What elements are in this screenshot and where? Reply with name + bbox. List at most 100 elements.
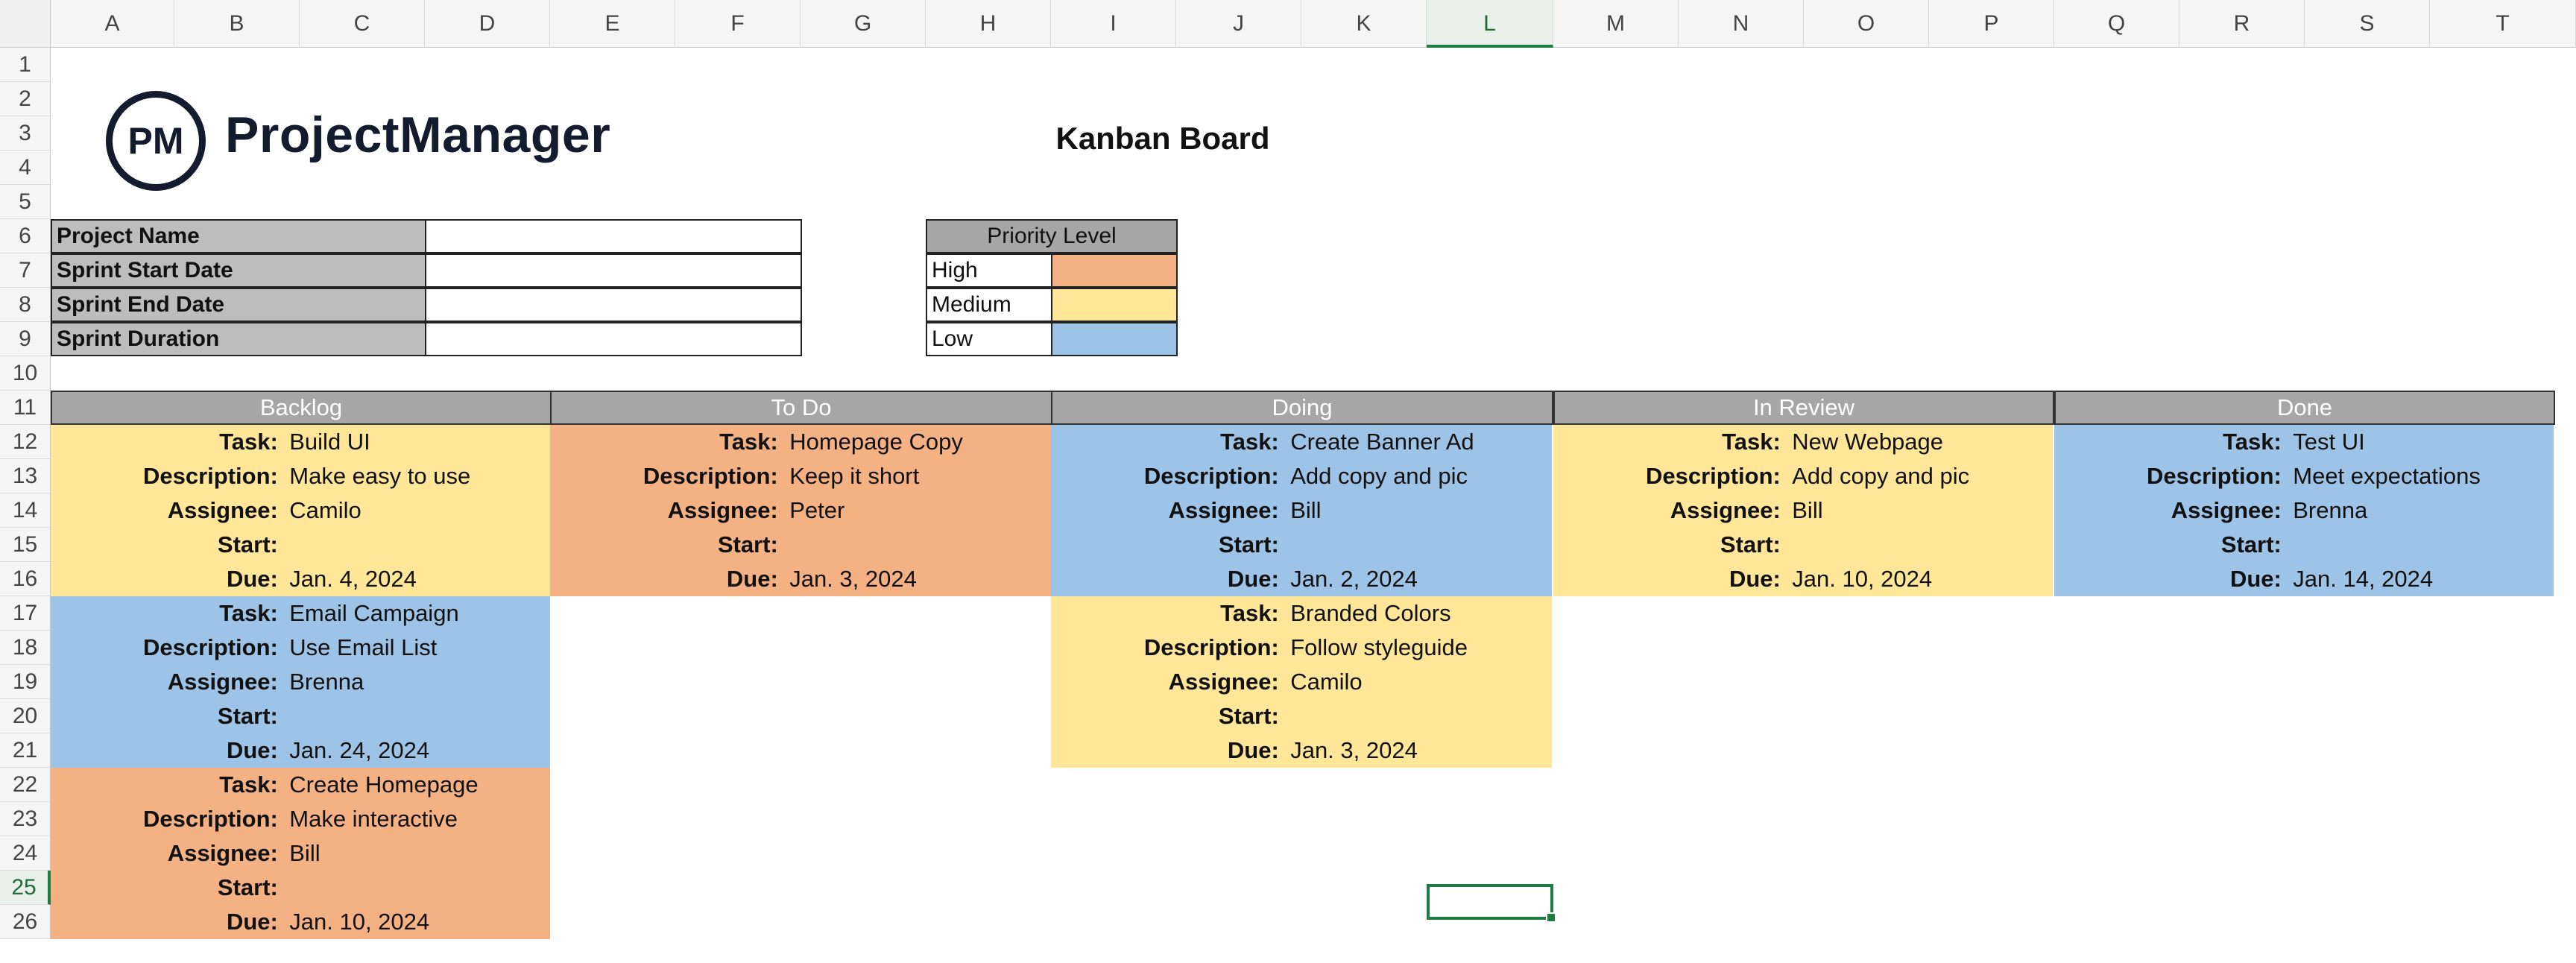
column-header-d[interactable]: D — [425, 0, 550, 48]
row-header-3[interactable]: 3 — [0, 116, 51, 151]
card-value-due[interactable]: Jan. 3, 2024 — [789, 562, 917, 596]
fill-handle[interactable] — [1546, 912, 1556, 923]
task-card[interactable]: Task: Create Banner Ad Description: Add cop… — [1051, 425, 1552, 596]
info-value-field-1[interactable] — [425, 253, 802, 288]
column-header-a[interactable]: A — [51, 0, 174, 48]
card-value-description[interactable]: Follow styleguide — [1290, 631, 1468, 665]
task-card[interactable]: Task: New Webpage Description: Add copy and… — [1553, 425, 2053, 596]
column-header-f[interactable]: F — [675, 0, 801, 48]
card-value-assignee[interactable]: Peter — [789, 493, 845, 528]
card-value-task[interactable]: Test UI — [2293, 425, 2364, 459]
card-value-due[interactable]: Jan. 10, 2024 — [289, 905, 429, 939]
card-value-due[interactable]: Jan. 3, 2024 — [1290, 733, 1418, 768]
row-header-8[interactable]: 8 — [0, 288, 51, 322]
card-value-assignee[interactable]: Bill — [1792, 493, 1822, 528]
row-header-1[interactable]: 1 — [0, 48, 51, 82]
row-header-17[interactable]: 17 — [0, 596, 51, 631]
card-value-due[interactable]: Jan. 24, 2024 — [289, 733, 429, 768]
column-header-i[interactable]: I — [1051, 0, 1176, 48]
column-header-r[interactable]: R — [2179, 0, 2305, 48]
column-header-k[interactable]: K — [1301, 0, 1427, 48]
row-header-2[interactable]: 2 — [0, 82, 51, 116]
column-header-b[interactable]: B — [174, 0, 300, 48]
card-field-task: Task: Build UI — [51, 425, 550, 459]
card-value-task[interactable]: Branded Colors — [1290, 596, 1450, 631]
selected-cell-l25[interactable] — [1427, 884, 1556, 923]
row-header-16[interactable]: 16 — [0, 562, 51, 596]
column-header-c[interactable]: C — [300, 0, 425, 48]
card-value-task[interactable]: Create Homepage — [289, 768, 478, 802]
card-field-description: Description: Add copy and pic — [1553, 459, 2053, 493]
card-value-due[interactable]: Jan. 14, 2024 — [2293, 562, 2433, 596]
card-value-description[interactable]: Make easy to use — [289, 459, 470, 493]
card-value-description[interactable]: Use Email List — [289, 631, 437, 665]
card-value-task[interactable]: Email Campaign — [289, 596, 458, 631]
task-card[interactable]: Task: Create Homepage Description: Make int… — [51, 768, 550, 939]
card-field-task: Task: Email Campaign — [51, 596, 550, 631]
column-header-s[interactable]: S — [2305, 0, 2430, 48]
task-card[interactable]: Task: Build UI Description: Make easy to us… — [51, 425, 550, 596]
column-header-j[interactable]: J — [1176, 0, 1301, 48]
card-value-assignee[interactable]: Brenna — [2293, 493, 2367, 528]
task-card[interactable]: Task: Homepage Copy Description: Keep it sh… — [550, 425, 1051, 596]
row-header-4[interactable]: 4 — [0, 151, 51, 185]
row-header-11[interactable]: 11 — [0, 391, 51, 425]
row-header-18[interactable]: 18 — [0, 631, 51, 665]
column-header-o[interactable]: O — [1804, 0, 1929, 48]
card-value-description[interactable]: Add copy and pic — [1290, 459, 1468, 493]
row-header-21[interactable]: 21 — [0, 733, 51, 768]
card-value-task[interactable]: Create Banner Ad — [1290, 425, 1474, 459]
row-header-13[interactable]: 13 — [0, 459, 51, 493]
info-value-field-2[interactable] — [425, 288, 802, 322]
row-header-23[interactable]: 23 — [0, 802, 51, 836]
card-value-description[interactable]: Keep it short — [789, 459, 919, 493]
card-value-task[interactable]: Build UI — [289, 425, 370, 459]
row-header-10[interactable]: 10 — [0, 356, 51, 391]
card-value-task[interactable]: New Webpage — [1792, 425, 1943, 459]
row-header-25[interactable]: 25 — [0, 871, 51, 905]
row-header-5[interactable]: 5 — [0, 185, 51, 219]
card-value-due[interactable]: Jan. 2, 2024 — [1290, 562, 1418, 596]
card-label-assignee: Assignee: — [2171, 497, 2282, 523]
select-all-corner[interactable] — [0, 0, 51, 48]
card-value-assignee[interactable]: Camilo — [289, 493, 361, 528]
card-value-description[interactable]: Make interactive — [289, 802, 458, 836]
row-header-14[interactable]: 14 — [0, 493, 51, 528]
row-header-6[interactable]: 6 — [0, 219, 51, 253]
card-value-due[interactable]: Jan. 10, 2024 — [1792, 562, 1932, 596]
priority-header: Priority Level — [926, 219, 1178, 253]
card-value-assignee[interactable]: Brenna — [289, 665, 364, 699]
column-header-n[interactable]: N — [1679, 0, 1804, 48]
row-header-15[interactable]: 15 — [0, 528, 51, 562]
column-header-g[interactable]: G — [801, 0, 926, 48]
card-label-start: Start: — [217, 703, 278, 729]
row-header-22[interactable]: 22 — [0, 768, 51, 802]
row-header-20[interactable]: 20 — [0, 699, 51, 733]
info-value-field-0[interactable] — [425, 219, 802, 253]
task-card[interactable]: Task: Test UI Description: Meet expectation… — [2054, 425, 2554, 596]
row-header-19[interactable]: 19 — [0, 665, 51, 699]
card-value-due[interactable]: Jan. 4, 2024 — [289, 562, 417, 596]
priority-label-high: High — [926, 253, 1052, 288]
task-card[interactable]: Task: Branded Colors Description: Follow st… — [1051, 596, 1552, 768]
card-value-assignee[interactable]: Bill — [1290, 493, 1321, 528]
column-header-h[interactable]: H — [926, 0, 1051, 48]
column-header-e[interactable]: E — [550, 0, 675, 48]
row-header-9[interactable]: 9 — [0, 322, 51, 356]
column-header-t[interactable]: T — [2430, 0, 2576, 48]
column-header-l[interactable]: L — [1427, 0, 1553, 48]
info-value-field-3[interactable] — [425, 322, 802, 356]
card-value-description[interactable]: Meet expectations — [2293, 459, 2481, 493]
column-header-q[interactable]: Q — [2054, 0, 2179, 48]
card-value-description[interactable]: Add copy and pic — [1792, 459, 1969, 493]
card-value-assignee[interactable]: Bill — [289, 836, 320, 871]
row-header-12[interactable]: 12 — [0, 425, 51, 459]
column-header-p[interactable]: P — [1929, 0, 2054, 48]
card-value-task[interactable]: Homepage Copy — [789, 425, 963, 459]
column-header-m[interactable]: M — [1553, 0, 1679, 48]
row-header-24[interactable]: 24 — [0, 836, 51, 871]
card-value-assignee[interactable]: Camilo — [1290, 665, 1362, 699]
row-header-7[interactable]: 7 — [0, 253, 51, 288]
row-header-26[interactable]: 26 — [0, 905, 51, 939]
task-card[interactable]: Task: Email Campaign Description: Use Email… — [51, 596, 550, 768]
